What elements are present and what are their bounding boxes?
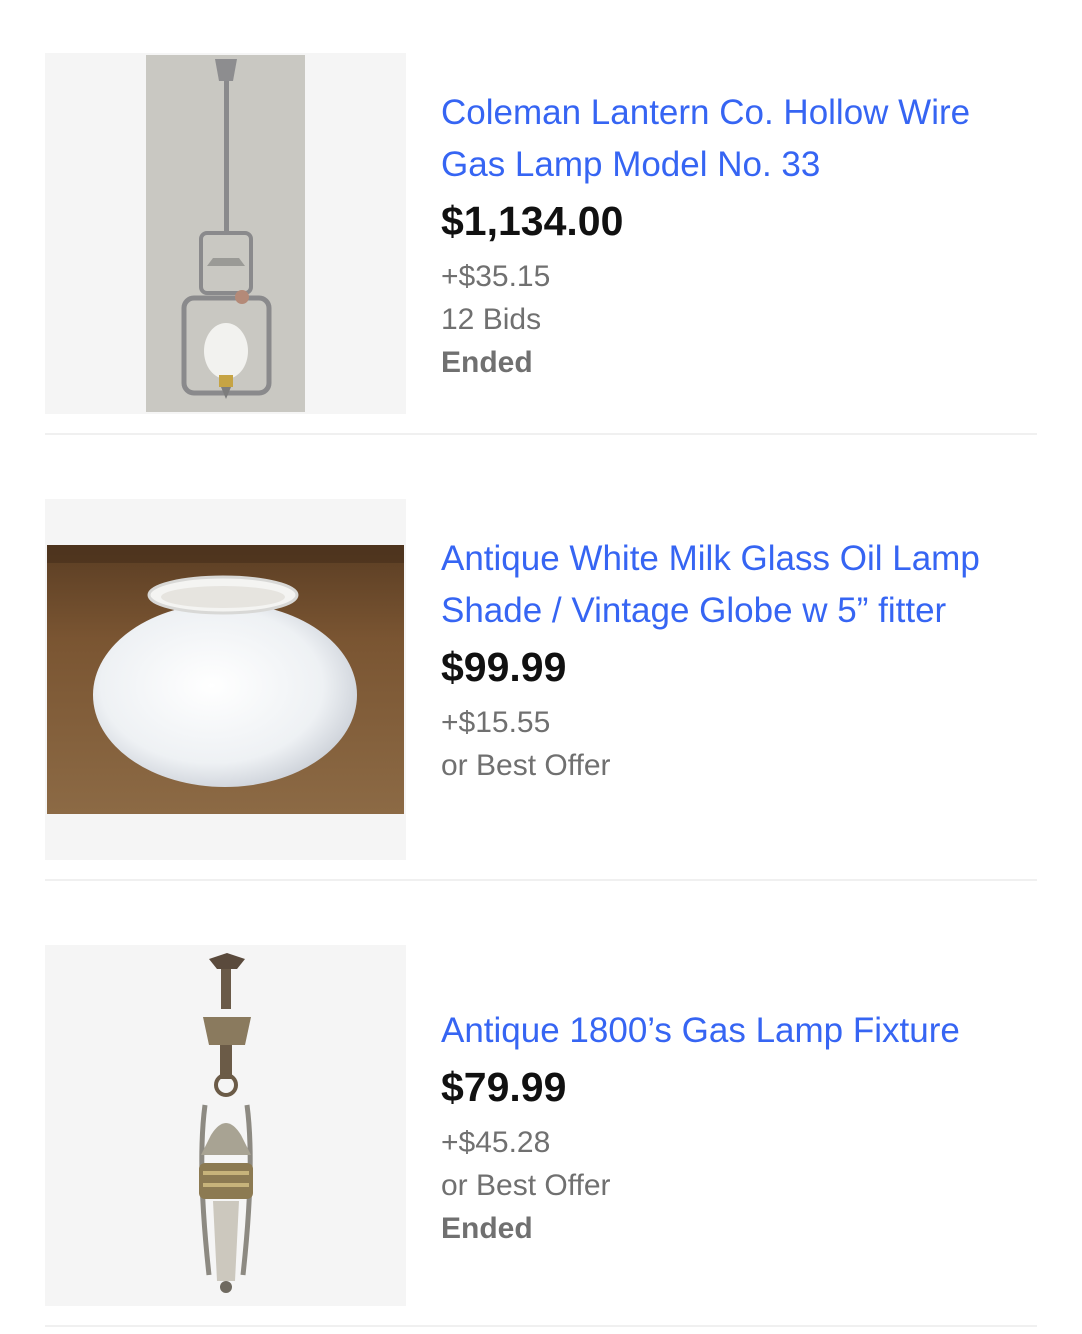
item-title-link[interactable]: Antique White Milk Glass Oil Lamp Shade …	[441, 533, 1002, 637]
item-title-link[interactable]: Antique 1800’s Gas Lamp Fixture	[441, 1005, 1002, 1057]
item-thumbnail[interactable]	[45, 499, 406, 860]
item-price: $1,134.00	[441, 198, 624, 244]
item-status: Ended	[441, 346, 533, 379]
list-item[interactable]: Antique 1800’s Gas Lamp Fixture $79.99 +…	[45, 945, 1037, 1327]
item-offer: or Best Offer	[441, 1169, 611, 1202]
list-item[interactable]: Antique White Milk Glass Oil Lamp Shade …	[45, 499, 1037, 881]
item-price: $79.99	[441, 1064, 567, 1110]
search-results-list: Coleman Lantern Co. Hollow Wire Gas Lamp…	[45, 53, 1037, 1327]
item-shipping: +$15.55	[441, 706, 551, 739]
gas-lamp-fixture-image	[45, 945, 406, 1306]
milk-glass-shade-image	[45, 499, 406, 860]
item-info: Coleman Lantern Co. Hollow Wire Gas Lamp…	[406, 53, 1002, 433]
item-bids: 12 Bids	[441, 303, 542, 336]
item-thumbnail[interactable]	[45, 53, 406, 414]
item-title-link[interactable]: Coleman Lantern Co. Hollow Wire Gas Lamp…	[441, 87, 1002, 191]
item-shipping: +$35.15	[441, 260, 551, 293]
item-price: $99.99	[441, 644, 567, 690]
item-shipping: +$45.28	[441, 1126, 551, 1159]
gas-lamp-pendant-image	[45, 53, 406, 414]
item-offer: or Best Offer	[441, 749, 611, 782]
item-status: Ended	[441, 1212, 533, 1245]
list-item[interactable]: Coleman Lantern Co. Hollow Wire Gas Lamp…	[45, 53, 1037, 435]
item-thumbnail[interactable]	[45, 945, 406, 1306]
item-info: Antique 1800’s Gas Lamp Fixture $79.99 +…	[406, 945, 1002, 1325]
item-info: Antique White Milk Glass Oil Lamp Shade …	[406, 499, 1002, 879]
